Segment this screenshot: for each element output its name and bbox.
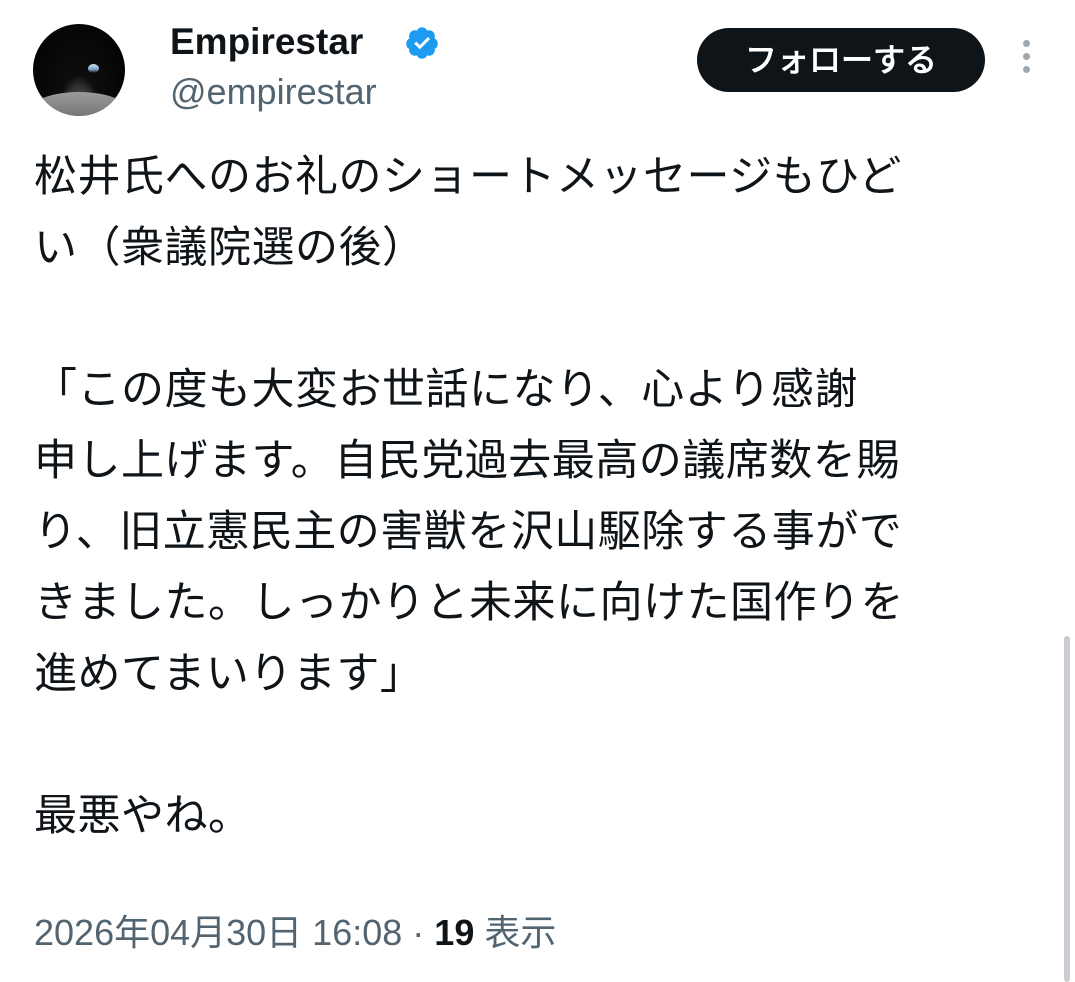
tweet-line: 「この度も大変お世話になり、心より感謝 xyxy=(34,365,858,415)
tweet-text: 松井氏へのお礼のショートメッセージもひど い（衆議院選の後） 「この度も大変お世… xyxy=(34,142,1044,852)
dot xyxy=(1022,66,1030,73)
tweet-line: 申し上げます。自民党過去最高の議席数を賜 xyxy=(34,436,900,486)
tweet-line: 進めてまいります」 xyxy=(34,649,424,699)
scrollbar[interactable] xyxy=(1064,636,1070,982)
verified-badge-icon xyxy=(406,27,438,59)
avatar-moon-surface xyxy=(33,92,125,116)
meta-separator: · xyxy=(412,912,425,953)
avatar-earth xyxy=(88,64,99,73)
display-name[interactable]: Empirestar xyxy=(170,20,363,64)
tweet-line: り、旧立憲民主の害獣を沢山駆除する事がで xyxy=(34,507,903,557)
tweet-header: Empirestar @empirestar フォローする xyxy=(0,0,1075,130)
views-label: 表示 xyxy=(484,912,557,953)
timestamp[interactable]: 2026年04月30日 16:08 xyxy=(34,912,402,953)
vertical-ellipsis-icon[interactable] xyxy=(1018,40,1034,80)
tweet-line-blank xyxy=(34,710,1044,781)
dot xyxy=(1022,40,1030,47)
follow-button[interactable]: フォローする xyxy=(697,28,985,92)
tweet-meta: 2026年04月30日 16:08 · 19 表示 xyxy=(34,905,556,961)
tweet-line: い（衆議院選の後） xyxy=(34,223,426,273)
tweet-line: きました。しっかりと未来に向けた国作りを xyxy=(34,578,904,628)
dot xyxy=(1022,53,1030,60)
avatar[interactable] xyxy=(33,24,125,116)
tweet-line: 松井氏へのお礼のショートメッセージもひど xyxy=(34,152,902,202)
tweet-line-blank xyxy=(34,284,1044,355)
tweet-line: 最悪やね。 xyxy=(34,791,252,841)
views-count: 19 xyxy=(434,912,475,953)
user-handle[interactable]: @empirestar xyxy=(170,70,377,114)
